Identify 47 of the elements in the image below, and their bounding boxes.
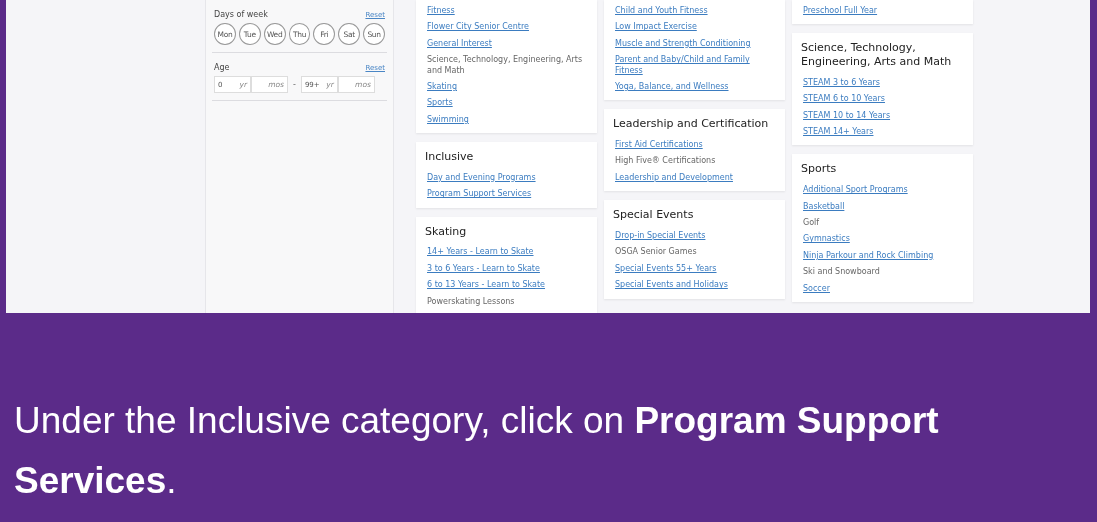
subcategory-link[interactable]: 14+ Years - Learn to Skate: [427, 247, 534, 258]
subcategory-link[interactable]: Low Impact Exercise: [615, 22, 697, 33]
subcategory-link[interactable]: Additional Sport Programs: [803, 185, 908, 196]
subcategory-link[interactable]: Ninja Parkour and Rock Climbing: [803, 250, 934, 262]
subcategory-link[interactable]: Gymnastics: [803, 234, 850, 245]
category-title: Sports: [801, 162, 837, 177]
range-separator: -: [293, 80, 296, 89]
subcategory-link[interactable]: Program Support Services: [427, 189, 532, 200]
category-title: Inclusive: [425, 150, 474, 164]
subcategory-text: Science, Technology, Engineering, Arts and Math: [427, 55, 584, 76]
subcategory-link[interactable]: Yoga, Balance, and Wellness: [615, 81, 729, 93]
filter-label: Age: [214, 63, 230, 72]
subcategory-link[interactable]: Fitness: [427, 6, 455, 17]
category-title: Skating: [425, 224, 467, 239]
category-title: Special Events: [613, 208, 694, 222]
subcategory-link[interactable]: 3 to 6 Years - Learn to Skate: [427, 263, 540, 275]
subcategory-link[interactable]: Muscle and Strength Conditioning: [615, 38, 751, 50]
subcategory-link[interactable]: Parent and Baby/Child and Family Fitness: [615, 55, 775, 76]
subcategory-text: Golf: [803, 218, 820, 229]
subcategory-link[interactable]: STEAM 14+ Years: [803, 127, 874, 138]
filter-label: Days of week: [214, 10, 268, 19]
subcategory-text: OSGA Senior Games: [615, 247, 697, 258]
subcategory-link[interactable]: Flower City Senior Centre: [427, 22, 529, 33]
subcategory-link[interactable]: Preschool Full Year: [803, 6, 878, 17]
subcategory-link[interactable]: Soccer: [803, 283, 830, 294]
subcategory-link[interactable]: Special Events and Holidays: [615, 280, 728, 291]
subcategory-link[interactable]: Skating: [427, 81, 457, 93]
category-title: Science, Technology, Engineering, Arts and Math: [801, 41, 953, 69]
subcategory-link[interactable]: Sports: [427, 98, 453, 109]
subcategory-link[interactable]: First Aid Certifications: [615, 140, 703, 151]
subcategory-link[interactable]: Swimming: [427, 114, 469, 126]
subcategory-link[interactable]: STEAM 10 to 14 Years: [803, 110, 891, 122]
subcategory-text: Ski and Snowboard: [803, 267, 880, 278]
subcategory-link[interactable]: Basketball: [803, 201, 845, 212]
subcategory-link[interactable]: Special Events 55+ Years: [615, 263, 717, 275]
subcategory-link[interactable]: Drop-in Special Events: [615, 231, 706, 242]
subcategory-link[interactable]: 6 to 13 Years - Learn to Skate: [427, 280, 545, 291]
subcategory-link[interactable]: Child and Youth Fitness: [615, 6, 708, 17]
subcategory-link[interactable]: Day and Evening Programs: [427, 172, 536, 184]
subcategory-text: High Five® Certifications: [615, 156, 716, 167]
subcategory-link[interactable]: Leadership and Development: [615, 172, 733, 184]
subcategory-link[interactable]: STEAM 6 to 10 Years: [803, 94, 885, 105]
category-title: Leadership and Certification: [613, 117, 769, 132]
instruction-caption: Under the Inclusive category, click on Program Support Services.: [14, 399, 940, 503]
subcategory-link[interactable]: General Interest: [427, 38, 492, 50]
subcategory-link[interactable]: STEAM 3 to 6 Years: [803, 77, 880, 89]
subcategory-text: Powerskating Lessons: [427, 296, 515, 307]
